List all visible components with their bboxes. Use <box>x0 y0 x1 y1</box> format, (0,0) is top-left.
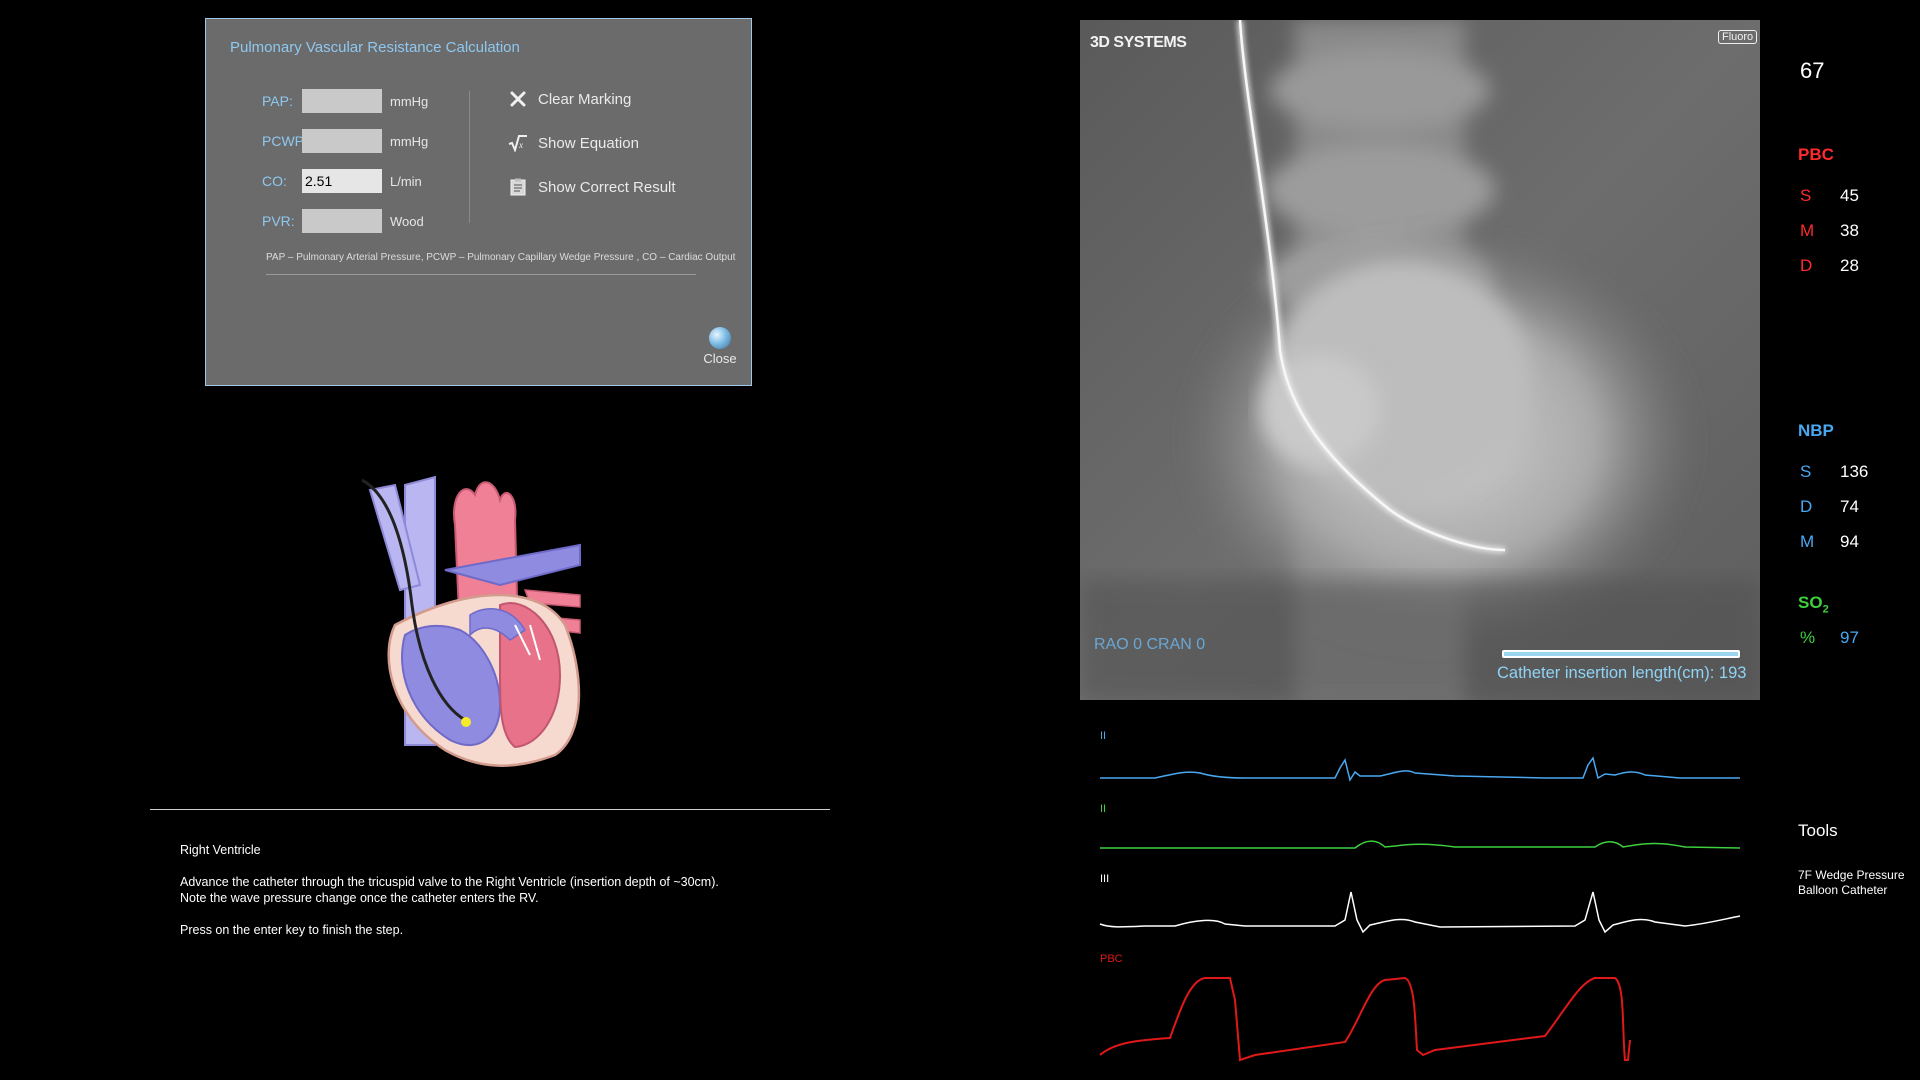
dialog-divider <box>469 91 470 223</box>
show-equation-label: Show Equation <box>538 134 639 152</box>
co-input[interactable] <box>302 169 382 193</box>
close-orb-icon <box>709 327 731 349</box>
so2-subscript: 2 <box>1822 603 1829 616</box>
nbp-s-value: 136 <box>1840 462 1869 481</box>
pap-label: PAP: <box>262 93 293 109</box>
step-heading: Right Ventricle <box>180 843 261 857</box>
pbc-s-value: 45 <box>1840 186 1859 205</box>
clear-marking-button[interactable]: Clear Marking <box>508 89 631 109</box>
lead-ii-trace-2 <box>1100 840 1741 849</box>
nbp-title: NBP <box>1798 421 1834 440</box>
dialog-title: Pulmonary Vascular Resistance Calculatio… <box>230 39 520 56</box>
pvr-label: PVR: <box>262 213 295 229</box>
co-unit: L/min <box>390 173 422 189</box>
legend-divider <box>266 274 696 275</box>
pbc-pressure-trace <box>1099 976 1631 1062</box>
show-equation-button[interactable]: x Show Equation <box>508 133 639 153</box>
ecg-waveform-panel: II II III PBC <box>1095 720 1755 1070</box>
pcwp-input[interactable] <box>302 129 382 153</box>
catheter-length-readout: Catheter insertion length(cm): 193 <box>1497 664 1747 682</box>
close-button[interactable]: Close <box>700 327 740 366</box>
so2-title: SO2 <box>1798 593 1829 615</box>
field-row-pap: PAP: mmHg <box>262 89 428 113</box>
instructions-divider <box>150 809 830 810</box>
clipboard-icon <box>508 177 528 197</box>
nbp-d-label: D <box>1800 497 1813 516</box>
lead-ii-trace-1 <box>1100 756 1740 782</box>
field-row-pvr: PVR: Wood <box>262 209 424 233</box>
fluoro-mode-badge[interactable]: Fluoro <box>1718 30 1758 44</box>
so2-percent-label: % <box>1800 628 1816 647</box>
abbreviation-legend: PAP – Pulmonary Arterial Pressure, PCWP … <box>266 252 736 263</box>
clear-marking-label: Clear Marking <box>538 90 632 108</box>
nbp-m-value: 94 <box>1840 532 1859 551</box>
co-label: CO: <box>262 173 287 189</box>
waveform-traces <box>1099 756 1741 1062</box>
catheter-length-bar <box>1502 650 1740 658</box>
pvr-calculation-dialog: Pulmonary Vascular Resistance Calculatio… <box>205 18 752 386</box>
projection-angles: RAO 0 CRAN 0 <box>1094 636 1206 653</box>
field-row-co: CO: L/min <box>262 169 422 193</box>
3d-systems-logo: 3D SYSTEMS <box>1090 34 1187 51</box>
pap-unit: mmHg <box>390 93 429 109</box>
step-text-line-3: Press on the enter key to finish the ste… <box>180 923 404 937</box>
pbc-m-value: 38 <box>1840 221 1859 240</box>
pcwp-unit: mmHg <box>390 133 429 149</box>
pbc-title: PBC <box>1798 145 1834 164</box>
fluoroscopy-view[interactable]: 3D SYSTEMS Fluoro RAO 0 CRAN 0 <box>1080 20 1760 700</box>
x-icon <box>508 89 528 109</box>
pcwp-label: PCWP: <box>262 133 308 149</box>
show-correct-result-button[interactable]: Show Correct Result <box>508 177 676 197</box>
nbp-m-label: M <box>1800 532 1815 551</box>
step-instructions: Right Ventricle Advance the catheter thr… <box>180 842 830 954</box>
nbp-d-value: 74 <box>1840 497 1859 516</box>
pap-input[interactable] <box>302 89 382 113</box>
sqrt-icon: x <box>508 133 528 153</box>
tools-title: Tools <box>1798 821 1838 840</box>
pbc-m-label: M <box>1800 221 1815 240</box>
heart-diagram <box>361 475 581 767</box>
step-text-line-2: Note the wave pressure change once the c… <box>180 891 539 905</box>
svg-text:x: x <box>518 140 523 150</box>
lead-iii-trace <box>1099 891 1741 934</box>
heart-rate-value: 67 <box>1800 58 1825 83</box>
pvr-input[interactable] <box>302 209 382 233</box>
pbc-s-label: S <box>1800 186 1812 205</box>
catheter-tip <box>461 717 471 727</box>
pbc-d-label: D <box>1800 256 1813 275</box>
nbp-s-label: S <box>1800 462 1812 481</box>
field-row-pcwp: PCWP: mmHg <box>262 129 428 153</box>
so2-value: 97 <box>1840 628 1859 647</box>
pvr-unit: Wood <box>390 213 424 229</box>
step-text-line-1: Advance the catheter through the tricusp… <box>180 875 719 889</box>
pbc-d-value: 28 <box>1840 256 1859 275</box>
fluoro-image <box>1080 20 1760 700</box>
close-label: Close <box>703 351 737 366</box>
so2-title-text: SO <box>1798 593 1823 612</box>
tool-item-catheter[interactable]: 7F Wedge Pressure Balloon Catheter <box>1798 868 1908 898</box>
show-correct-result-label: Show Correct Result <box>538 178 676 196</box>
